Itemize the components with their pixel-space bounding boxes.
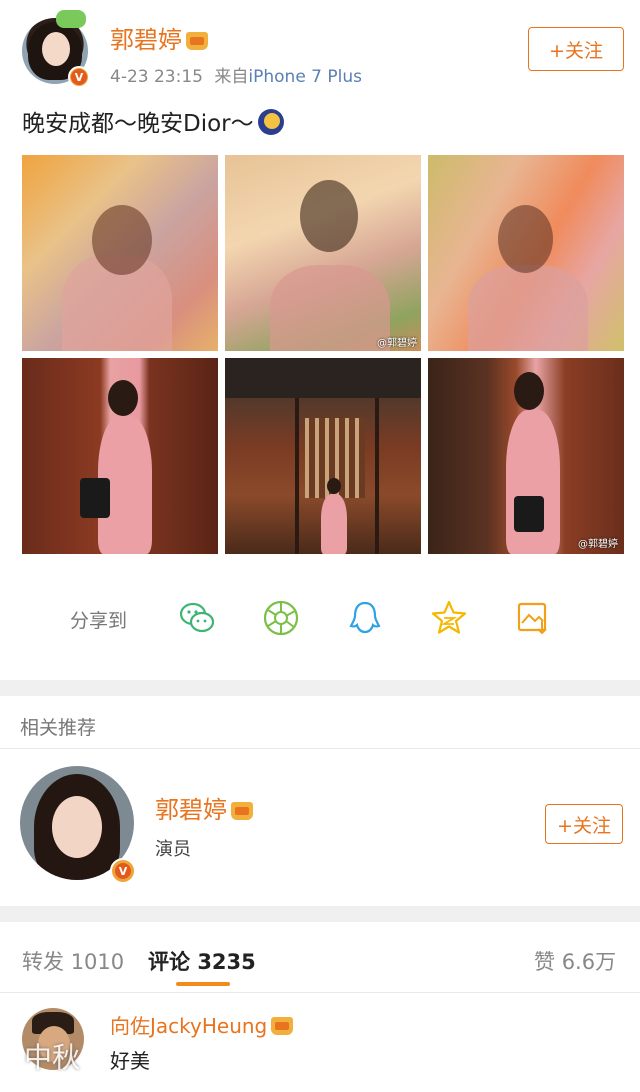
post-author-name[interactable]: 郭碧婷	[110, 26, 208, 54]
avatar-pendant-icon	[56, 10, 86, 28]
tab-like[interactable]: 赞 6.6万	[534, 946, 616, 976]
verified-badge-icon: V	[110, 858, 136, 884]
divider-line	[0, 748, 640, 749]
section-divider	[0, 906, 640, 922]
photo-6[interactable]: @郭碧婷	[428, 358, 624, 554]
photo-1[interactable]	[22, 155, 218, 351]
tab-comment[interactable]: 评论 3235	[148, 946, 256, 976]
wechat-moments-icon[interactable]	[262, 599, 300, 637]
moon-emoji-icon	[257, 109, 284, 135]
photo-3[interactable]	[428, 155, 624, 351]
photo-4[interactable]	[22, 358, 218, 554]
recommend-name[interactable]: 郭碧婷	[155, 790, 253, 825]
recommend-title: 相关推荐	[20, 717, 97, 739]
recommend-desc: 演员	[155, 839, 191, 860]
vip-crown-icon	[231, 802, 253, 820]
post-date: 4-23 23:15	[110, 67, 203, 87]
qq-icon[interactable]	[346, 599, 384, 637]
active-tab-indicator	[176, 982, 230, 986]
photo-watermark: @郭碧婷	[578, 539, 618, 550]
post-text: 晚安成都～晚安Dior～	[22, 104, 284, 138]
qzone-star-icon[interactable]	[430, 599, 468, 637]
comment-overlay-text: 中秋	[24, 1041, 81, 1074]
post-source-prefix: 来自	[214, 67, 249, 87]
post-source[interactable]: iPhone 7 Plus	[248, 67, 362, 87]
vip-crown-icon	[271, 1017, 294, 1035]
photo-5[interactable]	[225, 358, 421, 554]
share-label: 分享到	[70, 610, 128, 632]
tab-repost[interactable]: 转发 1010	[22, 946, 124, 976]
save-image-icon[interactable]	[514, 599, 552, 637]
photo-watermark: @郭碧婷	[377, 338, 417, 349]
follow-button[interactable]: +关注	[528, 27, 624, 71]
vip-crown-icon	[186, 32, 208, 50]
divider-line	[0, 992, 640, 993]
comment-author[interactable]: 向佐JackyHeung	[110, 1010, 294, 1039]
photo-2[interactable]: @郭碧婷	[225, 155, 421, 351]
post-meta: 4-23 23:15 来自iPhone 7 Plus	[110, 62, 362, 87]
verified-badge-icon: V	[68, 66, 90, 88]
section-divider	[0, 680, 640, 696]
comment-text: 好美	[110, 1049, 150, 1073]
wechat-icon[interactable]	[178, 599, 216, 637]
recommend-follow-button[interactable]: +关注	[545, 804, 623, 844]
